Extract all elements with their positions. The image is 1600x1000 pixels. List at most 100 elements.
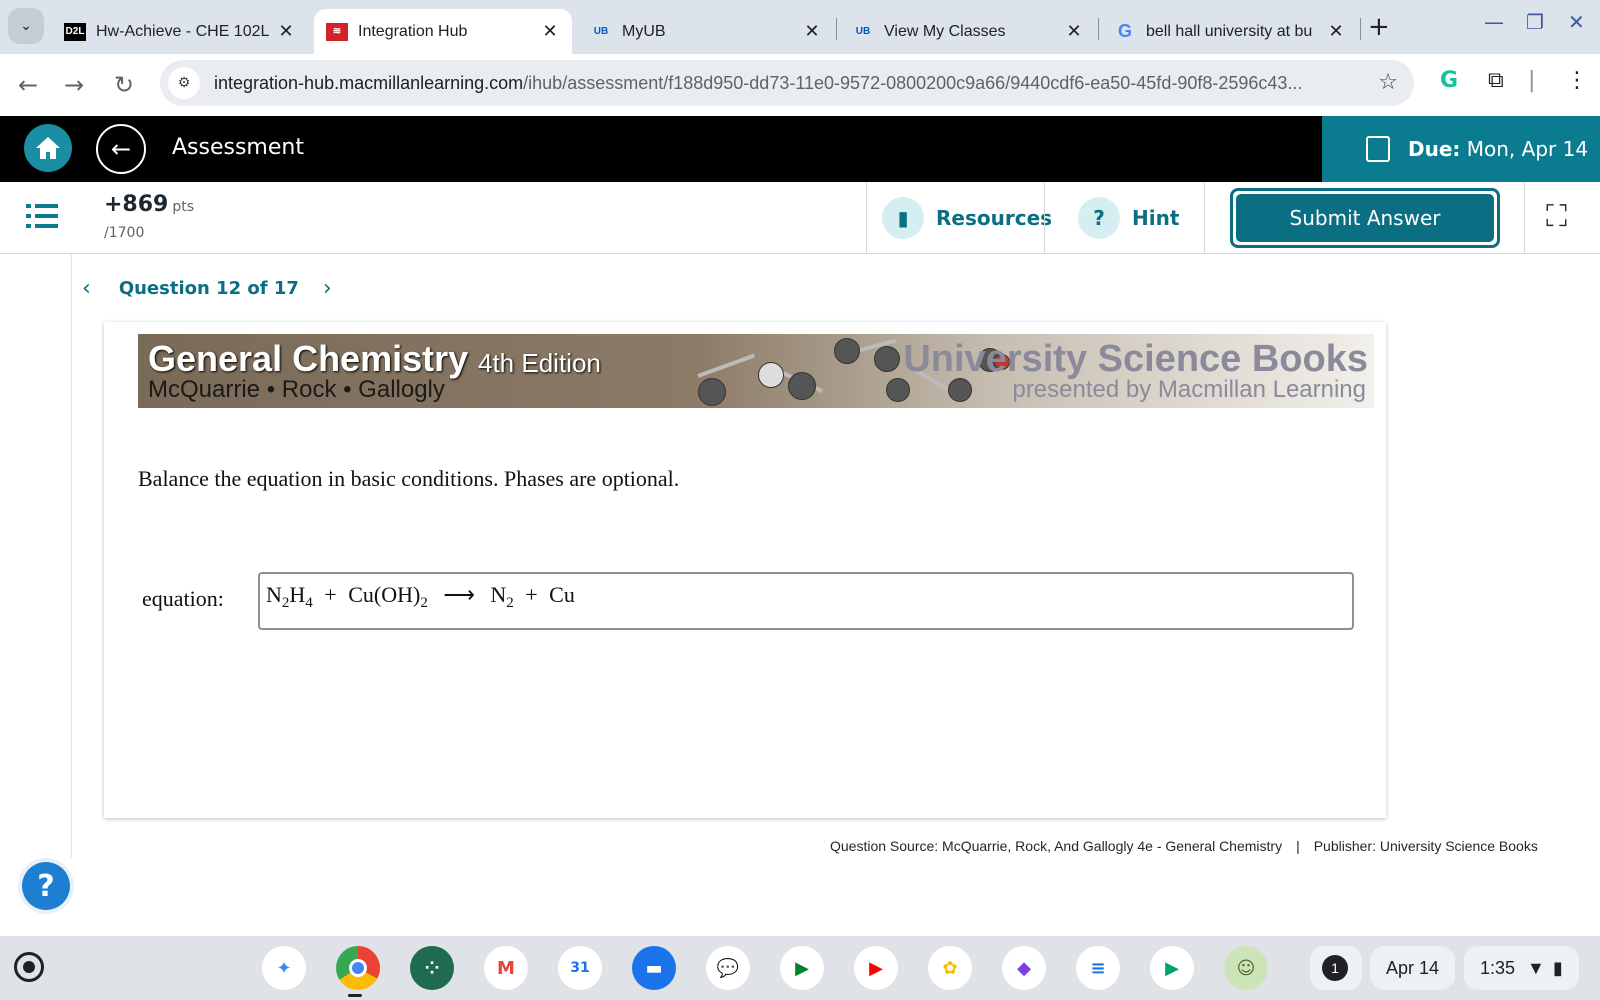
reload-icon[interactable]: ↻ (114, 71, 134, 99)
youtube-icon[interactable]: ▶ (854, 946, 898, 990)
tab-title: bell hall university at bu (1146, 22, 1313, 40)
chevron-left-icon[interactable]: ‹ (82, 276, 91, 301)
equation-input[interactable]: N2H4 + Cu(OH)2 ⟶ N2 + Cu (258, 572, 1354, 630)
molecule-atom (834, 338, 860, 364)
close-icon[interactable]: ✕ (1326, 21, 1346, 42)
forward-arrow-icon[interactable]: → (64, 71, 84, 99)
toolbar-divider (1044, 182, 1045, 254)
gemini-icon[interactable]: ✦ (262, 946, 306, 990)
launcher-dot (23, 961, 35, 973)
game-app-icon[interactable]: ☺ (1224, 946, 1268, 990)
back-button[interactable]: ← (96, 124, 146, 174)
bookmark-star-icon[interactable]: ☆ (1378, 70, 1398, 95)
url-path: /ihub/assessment/f188d950-dd73-11e0-9572… (523, 72, 1303, 93)
home-button[interactable] (24, 124, 72, 172)
new-tab-button[interactable]: + (1368, 12, 1390, 42)
macmillan-icon: ≋ (326, 22, 348, 41)
assessment-toolbar: +869 pts /1700 ▮ Resources ? Hint Submit … (0, 182, 1600, 254)
chevron-right-icon[interactable]: › (323, 276, 332, 301)
meet-icon[interactable]: ▶ (780, 946, 824, 990)
time-text: 1:35 (1480, 957, 1516, 978)
close-icon[interactable]: ✕ (276, 21, 296, 42)
app-grid-icon[interactable]: ⁘ (410, 946, 454, 990)
list-menu-button[interactable] (26, 202, 58, 230)
eq-term: N (266, 582, 282, 607)
messages-icon[interactable]: 💬 (706, 946, 750, 990)
tab-d2l[interactable]: D2L Hw-Achieve - CHE 102L ✕ (52, 9, 308, 54)
due-value: Mon, Apr 14 (1466, 137, 1589, 161)
fullscreen-icon[interactable]: ⛶ (1546, 202, 1567, 232)
browser-tabstrip: ⌄ D2L Hw-Achieve - CHE 102L ✕ ≋ Integrat… (0, 0, 1600, 54)
tab-separator (1098, 18, 1099, 40)
toolbar-divider (1204, 182, 1205, 254)
tab-title: MyUB (622, 22, 666, 40)
eq-plus: + (324, 582, 337, 607)
grammarly-icon[interactable]: G (1440, 68, 1458, 93)
molecule-bond (697, 353, 756, 378)
close-icon[interactable]: ✕ (802, 21, 822, 42)
resources-button[interactable]: ▮ Resources (882, 196, 1052, 240)
eq-subscript: 2 (420, 595, 428, 611)
left-rail (0, 254, 72, 858)
molecule-atom (874, 346, 900, 372)
points-display: +869 pts /1700 (104, 192, 194, 241)
banner-edition: 4th Edition (478, 348, 601, 378)
page-title: Assessment (172, 135, 304, 160)
help-button[interactable]: ? (22, 862, 70, 910)
tab-google-search[interactable]: G bell hall university at bu ✕ (1102, 9, 1358, 54)
notification-tray[interactable]: 1 (1310, 946, 1362, 990)
question-label[interactable]: Question 12 of 17 (119, 278, 299, 299)
extensions-icon[interactable]: ⧉ (1488, 68, 1504, 93)
toolbar-divider (866, 182, 867, 254)
toolbar-divider (1524, 182, 1525, 254)
address-bar[interactable]: ⚙ integration-hub.macmillanlearning.com/… (160, 60, 1414, 106)
chrome-icon[interactable] (336, 946, 380, 990)
question-source: Question Source: McQuarrie, Rock, And Ga… (830, 838, 1538, 854)
hint-button[interactable]: ? Hint (1078, 196, 1179, 240)
menu-line (35, 214, 58, 218)
submit-answer-focus-ring: Submit Answer (1230, 188, 1500, 248)
running-indicator (348, 994, 362, 997)
submit-answer-button[interactable]: Submit Answer (1236, 194, 1494, 242)
calendar-app-icon[interactable]: 31 (558, 946, 602, 990)
banner-title: General Chemistry (148, 338, 469, 379)
menu-line (35, 204, 58, 208)
tab-search-button[interactable]: ⌄ (8, 8, 44, 44)
tab-integration-hub[interactable]: ≋ Integration Hub ✕ (314, 9, 572, 54)
kebab-menu-icon[interactable]: ⋮ (1566, 68, 1588, 93)
reaction-arrow: ⟶ (443, 582, 475, 607)
play-store-icon[interactable]: ▶ (1150, 946, 1194, 990)
copilot-icon[interactable]: ◆ (1002, 946, 1046, 990)
book-icon: ▮ (882, 197, 924, 239)
docs-icon[interactable]: ≡ (1076, 946, 1120, 990)
banner-publisher: University Science Books (903, 338, 1368, 380)
close-window-icon[interactable]: ✕ (1568, 10, 1585, 34)
toolbar-divider: | (1528, 68, 1536, 93)
home-icon (36, 137, 60, 159)
launcher-icon[interactable] (14, 952, 44, 982)
ub-icon: UB (593, 26, 609, 37)
date-pill[interactable]: Apr 14 (1370, 946, 1456, 990)
menu-bullet (26, 224, 31, 228)
tab-title: View My Classes (884, 22, 1006, 40)
minimize-icon[interactable]: — (1484, 10, 1504, 34)
url-text[interactable]: integration-hub.macmillanlearning.com/ih… (214, 73, 1354, 94)
source-separator: | (1296, 838, 1300, 854)
tab-myub[interactable]: UB MyUB ✕ (578, 9, 834, 54)
restore-icon[interactable]: ❐ (1526, 10, 1544, 34)
chrome-center (349, 959, 367, 977)
tab-title: Hw-Achieve - CHE 102L (96, 22, 270, 40)
close-icon[interactable]: ✕ (540, 21, 560, 42)
close-icon[interactable]: ✕ (1064, 21, 1084, 42)
tab-separator (1360, 18, 1361, 40)
back-arrow-icon[interactable]: ← (18, 71, 38, 99)
status-tray[interactable]: 1:35 ▼ ▮ (1464, 946, 1579, 990)
gmail-icon[interactable]: M (484, 946, 528, 990)
files-icon[interactable]: ▬ (632, 946, 676, 990)
tab-view-my-classes[interactable]: UB View My Classes ✕ (840, 9, 1096, 54)
site-info-icon[interactable]: ⚙ (168, 67, 200, 99)
hint-label: Hint (1132, 206, 1180, 230)
eq-subscript: 2 (506, 595, 514, 611)
photos-icon[interactable]: ✿ (928, 946, 972, 990)
due-label: Due: (1408, 137, 1461, 161)
